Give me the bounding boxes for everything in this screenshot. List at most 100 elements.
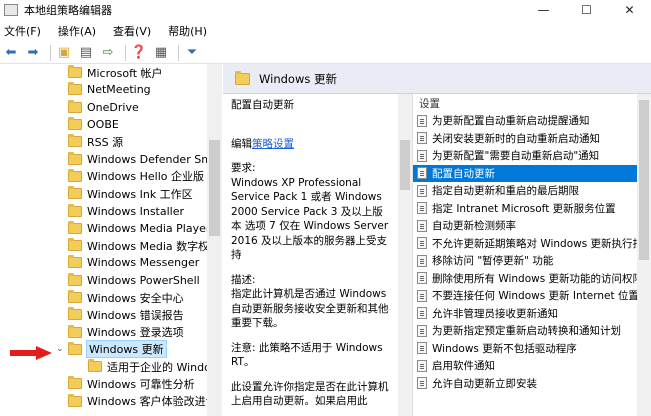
tree-item-label: Windows Hello 企业版 — [87, 170, 204, 184]
tree-item[interactable]: Windows Media Player — [0, 220, 221, 237]
policy-setting-row[interactable]: 允许非管理员接收更新通知 — [413, 305, 637, 323]
policy-setting-row[interactable]: 关闭安装更新时的自动重新启动通知 — [413, 130, 637, 148]
policy-setting-row[interactable]: 为更新指定预定重新启动转换和通知计划 — [413, 322, 637, 340]
tree-item[interactable]: Windows 登录选项 — [0, 323, 221, 340]
policy-setting-label: 允许非管理员接收更新通知 — [432, 307, 558, 320]
edit-line: 编辑策略设置 — [231, 137, 390, 152]
folder-icon — [68, 341, 82, 355]
tree-item[interactable]: Windows Installer — [0, 202, 221, 219]
policy-setting-icon — [417, 254, 427, 267]
policy-setting-row[interactable]: 指定 Intranet Microsoft 更新服务位置 — [413, 200, 637, 218]
policy-setting-label: 指定 Intranet Microsoft 更新服务位置 — [432, 202, 616, 215]
close-button[interactable]: ✕ — [608, 0, 651, 20]
tree-item[interactable]: RSS 源 — [0, 133, 221, 150]
tree-scrollbar-thumb[interactable] — [209, 140, 220, 236]
tree-item[interactable]: Microsoft 帐户 — [0, 64, 221, 81]
tree-item[interactable]: Windows 客户体验改进计 — [0, 393, 221, 410]
description-label: 描述: — [231, 273, 256, 286]
forward-arrow-icon[interactable]: ➡ — [24, 45, 42, 61]
tree-item-label: OOBE — [87, 118, 119, 132]
policy-setting-row[interactable]: 为更新配置"需要自动重新启动"通知 — [413, 147, 637, 165]
pointer-arrow-icon — [10, 346, 52, 360]
settings-column-header[interactable]: 设置 — [413, 94, 637, 112]
folder-icon — [68, 307, 82, 321]
folder-icon — [68, 65, 82, 79]
policy-setting-row[interactable]: 删除使用所有 Windows 更新功能的访问权限 — [413, 270, 637, 288]
policy-setting-row[interactable]: 自动更新检测频率 — [413, 217, 637, 235]
tree-item-label: Windows Ink 工作区 — [87, 187, 193, 201]
policy-setting-icon — [417, 184, 427, 197]
tree-item[interactable]: Windows Messenger — [0, 254, 221, 271]
description-scrollbar-thumb[interactable] — [400, 140, 410, 190]
window-title: 本地组策略编辑器 — [24, 4, 112, 17]
export-list-icon[interactable]: ⇨ — [99, 45, 117, 61]
toolbar: ⬅ ➡ ▣ ▤ ⇨ ❓ ▦ ⏷ — [0, 42, 651, 64]
tree-item[interactable]: Windows Media 数字权 — [0, 237, 221, 254]
tree-item-label: Windows 客户体验改进计 — [87, 395, 217, 409]
properties-icon[interactable]: ▦ — [152, 45, 170, 61]
policy-setting-icon — [417, 237, 427, 250]
filter-icon[interactable]: ⏷ — [183, 45, 201, 61]
policy-setting-icon — [417, 149, 427, 162]
policy-setting-row[interactable]: 配置自动更新 — [413, 164, 637, 182]
folder-icon — [68, 134, 82, 148]
minimize-button[interactable]: — — [522, 0, 565, 20]
policy-setting-icon — [417, 377, 427, 390]
policy-setting-label: 关闭安装更新时的自动重新启动通知 — [432, 132, 600, 145]
chevron-down-icon[interactable]: ⌄ — [56, 344, 66, 354]
policy-setting-row[interactable]: 启用软件通知 — [413, 357, 637, 375]
policy-setting-row[interactable]: 指定自动更新和重启的最后期限 — [413, 182, 637, 200]
back-arrow-icon[interactable]: ⬅ — [2, 45, 20, 61]
up-folder-icon[interactable]: ▣ — [55, 45, 73, 61]
help-icon[interactable]: ❓ — [130, 45, 148, 61]
tree-item-label: Windows Defender Sma — [87, 152, 219, 166]
policy-setting-row[interactable]: 不允许更新延期策略对 Windows 更新执行扫 — [413, 235, 637, 253]
tree-item-label: Windows PowerShell — [87, 273, 200, 287]
folder-icon — [68, 376, 82, 390]
folder-icon — [68, 272, 82, 286]
policy-setting-label: 自动更新检测频率 — [432, 220, 516, 233]
policy-setting-row[interactable]: 为更新配置自动重新启动提醒通知 — [413, 112, 637, 130]
tree-item[interactable]: Windows Ink 工作区 — [0, 185, 221, 202]
tree-scrollbar[interactable] — [207, 64, 222, 416]
menu-view[interactable]: 查看(V) — [113, 23, 151, 39]
folder-icon — [68, 324, 82, 338]
tree-item-label: NetMeeting — [87, 83, 151, 97]
tree-item[interactable]: OneDrive — [0, 99, 221, 116]
tree-item[interactable]: Windows 错误报告 — [0, 306, 221, 323]
settings-scrollbar-thumb[interactable] — [639, 100, 649, 260]
menu-action[interactable]: 操作(A) — [58, 23, 96, 39]
tree-item[interactable]: Windows Defender Sma — [0, 150, 221, 167]
tree-item-label: Windows 可靠性分析 — [87, 377, 195, 391]
tree-item-label: Windows 登录选项 — [87, 326, 184, 340]
title-bar: 本地组策略编辑器 — ☐ ✕ — [0, 0, 651, 20]
tree-item[interactable]: Windows PowerShell — [0, 272, 221, 289]
edit-policy-link[interactable]: 策略设置 — [252, 138, 294, 150]
tree-item-label: OneDrive — [87, 100, 139, 114]
policy-setting-label: 为更新配置自动重新启动提醒通知 — [432, 115, 590, 128]
tree-item-label: Windows 更新 — [86, 340, 167, 359]
folder-icon — [68, 238, 82, 252]
tree-item[interactable]: Windows 安全中心 — [0, 289, 221, 306]
menu-file[interactable]: 文件(F) — [4, 23, 41, 39]
show-hide-tree-icon[interactable]: ▤ — [77, 45, 95, 61]
tree-item[interactable]: 适用于企业的 Windo — [0, 358, 221, 375]
maximize-button[interactable]: ☐ — [565, 0, 608, 20]
tree-item[interactable]: Windows Hello 企业版 — [0, 168, 221, 185]
tree-item[interactable]: Windows 可靠性分析 — [0, 375, 221, 392]
folder-icon — [68, 220, 82, 234]
policy-setting-row[interactable]: 允许自动更新立即安装 — [413, 375, 637, 393]
policy-setting-row[interactable]: 移除访问 "暂停更新" 功能 — [413, 252, 637, 270]
policy-setting-row[interactable]: 不要连接任何 Windows 更新 Internet 位置 — [413, 287, 637, 305]
folder-icon — [68, 168, 82, 182]
policy-setting-label: 指定自动更新和重启的最后期限 — [432, 185, 579, 198]
tree-item-label: Windows 安全中心 — [87, 291, 184, 305]
policy-setting-label: 不要连接任何 Windows 更新 Internet 位置 — [432, 290, 637, 303]
tree-item-label: Windows Messenger — [87, 256, 200, 270]
tree-item[interactable]: NetMeeting — [0, 81, 221, 98]
window-controls: — ☐ ✕ — [522, 0, 651, 20]
menu-help[interactable]: 帮助(H) — [168, 23, 207, 39]
tree-item[interactable]: OOBE — [0, 116, 221, 133]
policy-setting-row[interactable]: Windows 更新不包括驱动程序 — [413, 340, 637, 358]
policy-setting-label: 配置自动更新 — [432, 167, 495, 180]
